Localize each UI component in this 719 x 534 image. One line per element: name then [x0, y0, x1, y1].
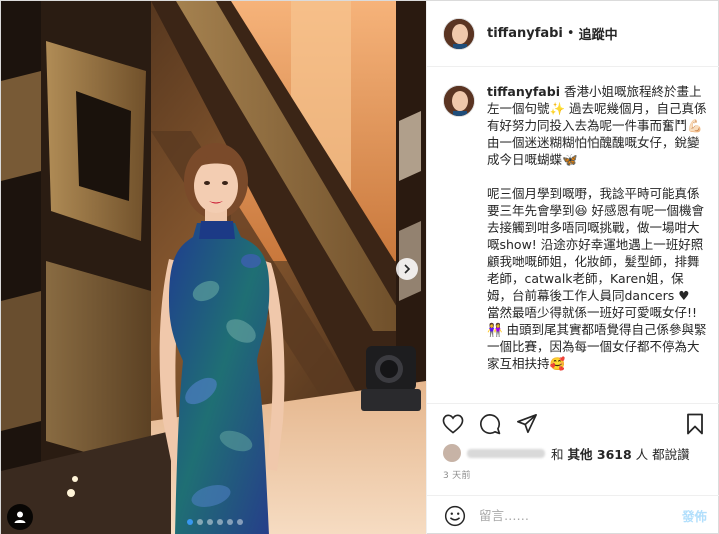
- share-icon: [517, 413, 537, 433]
- save-button[interactable]: [683, 412, 707, 436]
- comment-input[interactable]: [479, 508, 682, 523]
- carousel-dot: [217, 519, 223, 525]
- avatar-image: [444, 18, 474, 49]
- comment-composer: 發佈: [427, 495, 719, 534]
- instagram-post: tiffanyfabi • 追蹤中 tiffanyfabi 香港小姐嘅旅程終於畫…: [0, 0, 719, 534]
- user-tag-icon: [14, 511, 26, 523]
- carousel-dot: [237, 519, 243, 525]
- liker-avatar[interactable]: [443, 444, 461, 462]
- carousel-dot: [197, 519, 203, 525]
- liker-username-blurred[interactable]: [467, 448, 545, 458]
- emoji-button[interactable]: [443, 504, 467, 528]
- caption-paragraph-3: 當然最唔少得就係一班好可愛嘅女仔!! 👭 由頭到尾其實都唔覺得自己係參與緊一個比…: [487, 305, 707, 371]
- author-username[interactable]: tiffanyfabi: [487, 26, 563, 41]
- emoji-icon: [444, 505, 466, 526]
- likes-suffix: 人 都說讚: [635, 446, 690, 462]
- post-comment-button[interactable]: 發佈: [682, 506, 707, 525]
- caption-text: tiffanyfabi 香港小姐嘅旅程終於畫上左一個句號✨ 過去呢幾個月，自己真…: [487, 83, 707, 372]
- comment-icon: [480, 413, 501, 434]
- avatar-image: [444, 86, 474, 116]
- caption-username[interactable]: tiffanyfabi: [487, 84, 560, 99]
- likes-and: 和: [551, 446, 564, 462]
- photo-illustration: [1, 1, 426, 534]
- bookmark-icon: [687, 413, 703, 434]
- post-header: tiffanyfabi • 追蹤中: [427, 1, 719, 67]
- likes-count: 3618: [596, 446, 632, 462]
- next-slide-button[interactable]: [396, 258, 418, 280]
- carousel-indicator: [187, 519, 243, 525]
- post-sidebar: tiffanyfabi • 追蹤中 tiffanyfabi 香港小姐嘅旅程終於畫…: [426, 1, 719, 534]
- comment-button[interactable]: [478, 412, 502, 436]
- carousel-dot: [187, 519, 193, 525]
- author-avatar[interactable]: [443, 17, 475, 50]
- header-separator: •: [566, 26, 575, 41]
- post-timestamp[interactable]: 3 天前: [443, 468, 471, 481]
- heart-icon: [442, 414, 464, 434]
- share-button[interactable]: [515, 412, 539, 436]
- carousel-dot: [227, 519, 233, 525]
- likes-others-link[interactable]: 其他 3618: [568, 444, 632, 463]
- likes-summary: 和 其他 3618 人 都說讚: [443, 443, 690, 463]
- caption-row: tiffanyfabi 香港小姐嘅旅程終於畫上左一個句號✨ 過去呢幾個月，自己真…: [443, 83, 707, 372]
- like-button[interactable]: [441, 412, 465, 436]
- caption-avatar[interactable]: [443, 85, 475, 117]
- caption-area: tiffanyfabi 香港小姐嘅旅程終於畫上左一個句號✨ 過去呢幾個月，自己真…: [427, 67, 719, 403]
- action-bar: [427, 403, 719, 443]
- chevron-right-icon: [404, 264, 411, 274]
- tagged-users-button[interactable]: [7, 504, 33, 530]
- post-photo[interactable]: [1, 1, 426, 534]
- following-button[interactable]: 追蹤中: [579, 24, 618, 43]
- carousel-dot: [207, 519, 213, 525]
- caption-paragraph-2: 呢三個月學到嘅嘢，我諗平時可能真係要三年先會學到😆 好感恩有呢一個機會去接觸到咁…: [487, 186, 705, 303]
